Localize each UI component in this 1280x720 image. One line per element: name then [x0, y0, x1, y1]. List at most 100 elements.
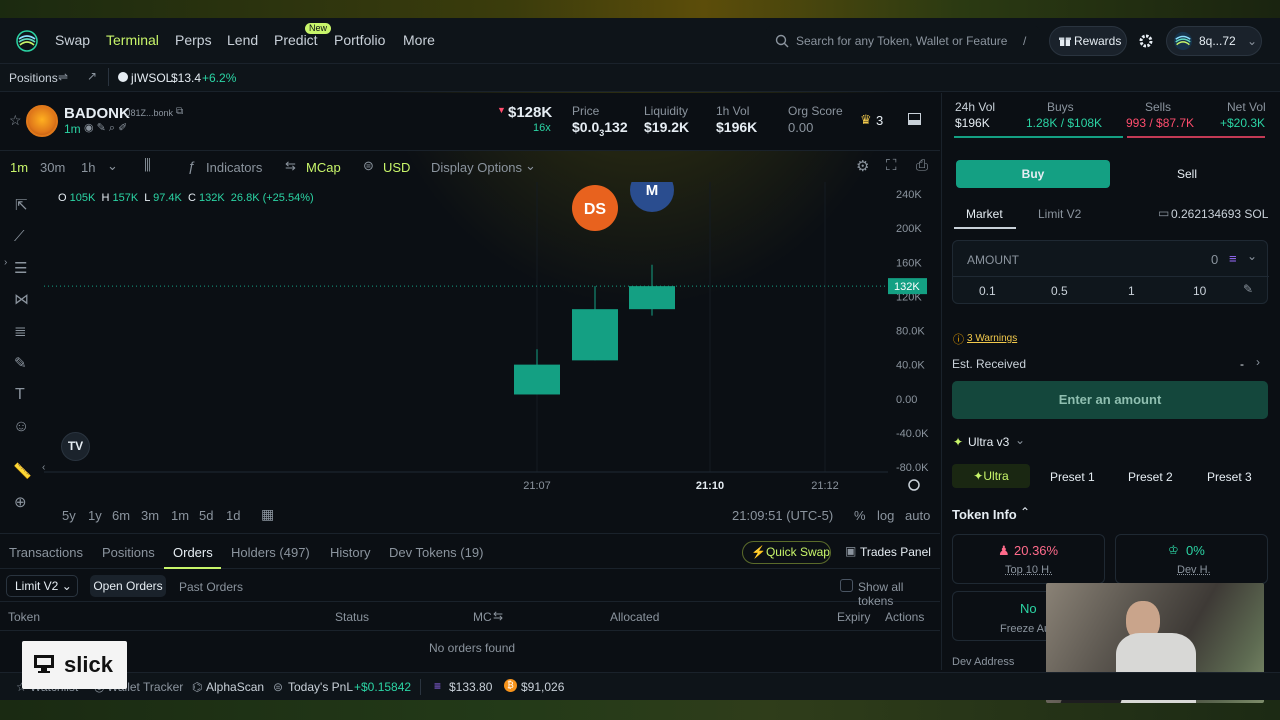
- open-orders-tab[interactable]: Open Orders: [90, 575, 166, 597]
- limit-type-select[interactable]: Limit V2 ⌄: [6, 575, 78, 597]
- settings-gear-icon[interactable]: [1138, 33, 1154, 49]
- chart-canvas[interactable]: 240K200K160K120K80.0K40.0K0.00-40.0K-80.…: [0, 182, 940, 492]
- warnings-link[interactable]: 3 Warnings: [967, 333, 1017, 344]
- sol-token-icon[interactable]: ≡: [1229, 251, 1237, 266]
- tab-transactions[interactable]: Transactions: [9, 545, 83, 560]
- token-select-chevron-icon[interactable]: ⌄: [1247, 249, 1257, 263]
- log-toggle[interactable]: log: [877, 508, 894, 523]
- mode-ultra[interactable]: ✦Ultra: [952, 464, 1030, 488]
- range-1y[interactable]: 1y: [88, 508, 102, 523]
- nav-portfolio[interactable]: Portfolio: [334, 32, 385, 48]
- mcap-toggle[interactable]: MCap: [306, 160, 341, 175]
- preset-0.5[interactable]: 0.5: [1051, 284, 1068, 298]
- calendar-icon[interactable]: ▦: [261, 506, 274, 523]
- nav-terminal[interactable]: Terminal: [106, 32, 159, 48]
- star-icon[interactable]: ☆: [9, 112, 22, 129]
- tradingview-logo-icon[interactable]: TV: [61, 432, 90, 461]
- timeframe-1m[interactable]: 1m: [10, 160, 28, 175]
- col-expiry: Expiry: [837, 610, 871, 624]
- chevron-up-icon[interactable]: ⌃: [1020, 505, 1030, 519]
- token-info-toggle[interactable]: Token Info: [952, 507, 1017, 522]
- nav-perps[interactable]: Perps: [175, 32, 212, 48]
- ds-marker-label: DS: [584, 201, 607, 218]
- range-3m[interactable]: 3m: [141, 508, 159, 523]
- limit-tab[interactable]: Limit V2: [1038, 207, 1081, 221]
- fullscreen-icon[interactable]: ⛶: [886, 157, 897, 174]
- percent-toggle[interactable]: %: [854, 508, 866, 523]
- m-marker-label: M: [646, 182, 659, 199]
- enter-amount-button[interactable]: Enter an amount: [952, 381, 1268, 419]
- tab-orders[interactable]: Orders: [173, 545, 213, 560]
- preset-1[interactable]: 1: [1128, 284, 1135, 298]
- token-address[interactable]: J81Z...bonk: [126, 108, 173, 118]
- mode-preset-3[interactable]: Preset 3: [1207, 470, 1252, 484]
- price-chart[interactable]: O 105K H 157K L 97.4K C 132K 26.8K (+25.…: [0, 182, 940, 532]
- trades-panel-button[interactable]: Trades Panel: [860, 545, 931, 559]
- chevron-right-icon[interactable]: ›: [1256, 355, 1260, 369]
- ultra-version-select[interactable]: Ultra v3: [968, 435, 1009, 449]
- indicators-button[interactable]: Indicators: [206, 160, 262, 175]
- edit-presets-icon[interactable]: ✎: [1243, 282, 1253, 296]
- orders-tabs: Transactions Positions Orders Holders (4…: [0, 533, 940, 569]
- timeframe-1h[interactable]: 1h: [81, 160, 95, 175]
- nav-more[interactable]: More: [403, 32, 435, 48]
- sell-volume-bar: [1127, 136, 1265, 138]
- col-actions: Actions: [885, 610, 925, 624]
- rewards-button[interactable]: Rewards: [1049, 26, 1127, 56]
- token-header: ☆ BADONK J81Z...bonk ⧉ 1m ◉ ✎ ⌕ ✐ ▼ $128…: [0, 93, 940, 151]
- search-placeholder: Search for any Token, Wallet or Feature: [796, 34, 1008, 48]
- copy-icon[interactable]: ⧉: [176, 106, 183, 117]
- quick-swap-button[interactable]: ⚡Quick Swap: [742, 541, 831, 564]
- camera-icon[interactable]: ⎙: [916, 157, 928, 174]
- chevron-down-icon: ⌄: [1247, 34, 1258, 48]
- range-1m[interactable]: 1m: [171, 508, 189, 523]
- mode-preset-1[interactable]: Preset 1: [1050, 470, 1095, 484]
- axis-settings-icon[interactable]: [908, 479, 920, 491]
- timeframe-30m[interactable]: 30m: [40, 160, 65, 175]
- show-all-checkbox[interactable]: [840, 579, 853, 592]
- jupiter-logo-icon[interactable]: [16, 30, 38, 52]
- wallet-button[interactable]: 8q...72 ⌄: [1166, 26, 1262, 56]
- timeframe-chevron-icon[interactable]: ⌄: [107, 158, 118, 174]
- bottom-glow: [0, 700, 1280, 720]
- tab-positions[interactable]: Positions: [102, 545, 155, 560]
- range-5y[interactable]: 5y: [62, 508, 76, 523]
- social-icons[interactable]: ◉ ✎ ⌕ ✐: [84, 121, 127, 135]
- past-orders-tab[interactable]: Past Orders: [179, 580, 243, 594]
- preset-0.1[interactable]: 0.1: [979, 284, 996, 298]
- x-tick-label: 21:07: [523, 480, 551, 492]
- tab-dev-tokens[interactable]: Dev Tokens (19): [389, 545, 483, 560]
- mc-sort-icon[interactable]: ⇆: [493, 609, 503, 623]
- amount-value[interactable]: 0: [1211, 252, 1218, 267]
- tab-history[interactable]: History: [330, 545, 370, 560]
- collapse-chevron-icon[interactable]: ‹: [42, 462, 45, 473]
- mode-preset-2[interactable]: Preset 2: [1128, 470, 1173, 484]
- dev-holdings-value: 0%: [1186, 543, 1205, 558]
- positions-toggle[interactable]: Positions: [9, 71, 58, 85]
- expand-arrow-icon[interactable]: ↗: [87, 69, 97, 83]
- range-6m[interactable]: 6m: [112, 508, 130, 523]
- candle-type-icon[interactable]: ⫼: [144, 157, 151, 174]
- sell-button[interactable]: Sell: [1110, 160, 1264, 188]
- usd-toggle[interactable]: USD: [383, 160, 410, 175]
- buy-button[interactable]: Buy: [956, 160, 1110, 188]
- tab-holders[interactable]: Holders (497): [231, 545, 310, 560]
- market-tab[interactable]: Market: [966, 207, 1003, 221]
- search-input[interactable]: Search for any Token, Wallet or Feature …: [766, 26, 1040, 56]
- range-bar: 5y 1y 6m 3m 1m 5d 1d ▦ 21:09:51 (UTC-5) …: [0, 503, 940, 529]
- nav-swap[interactable]: Swap: [55, 32, 90, 48]
- nav-lend[interactable]: Lend: [227, 32, 258, 48]
- nav-predict[interactable]: Predict: [274, 32, 318, 48]
- auto-toggle[interactable]: auto: [905, 508, 930, 523]
- range-1d[interactable]: 1d: [226, 508, 240, 523]
- warning-icon: ⓘ: [953, 334, 964, 346]
- preset-10[interactable]: 10: [1193, 284, 1206, 298]
- display-options[interactable]: Display Options: [431, 160, 522, 175]
- range-5d[interactable]: 5d: [199, 508, 213, 523]
- sort-icon[interactable]: ⇌: [58, 70, 68, 84]
- settings-icon[interactable]: ⚙: [856, 157, 869, 175]
- panel-layout-icon[interactable]: [908, 113, 921, 125]
- alphascan-button[interactable]: AlphaScan: [206, 680, 264, 694]
- pnl-label[interactable]: Today's PnL: [288, 680, 353, 694]
- position-token[interactable]: jIWSOL: [131, 71, 172, 85]
